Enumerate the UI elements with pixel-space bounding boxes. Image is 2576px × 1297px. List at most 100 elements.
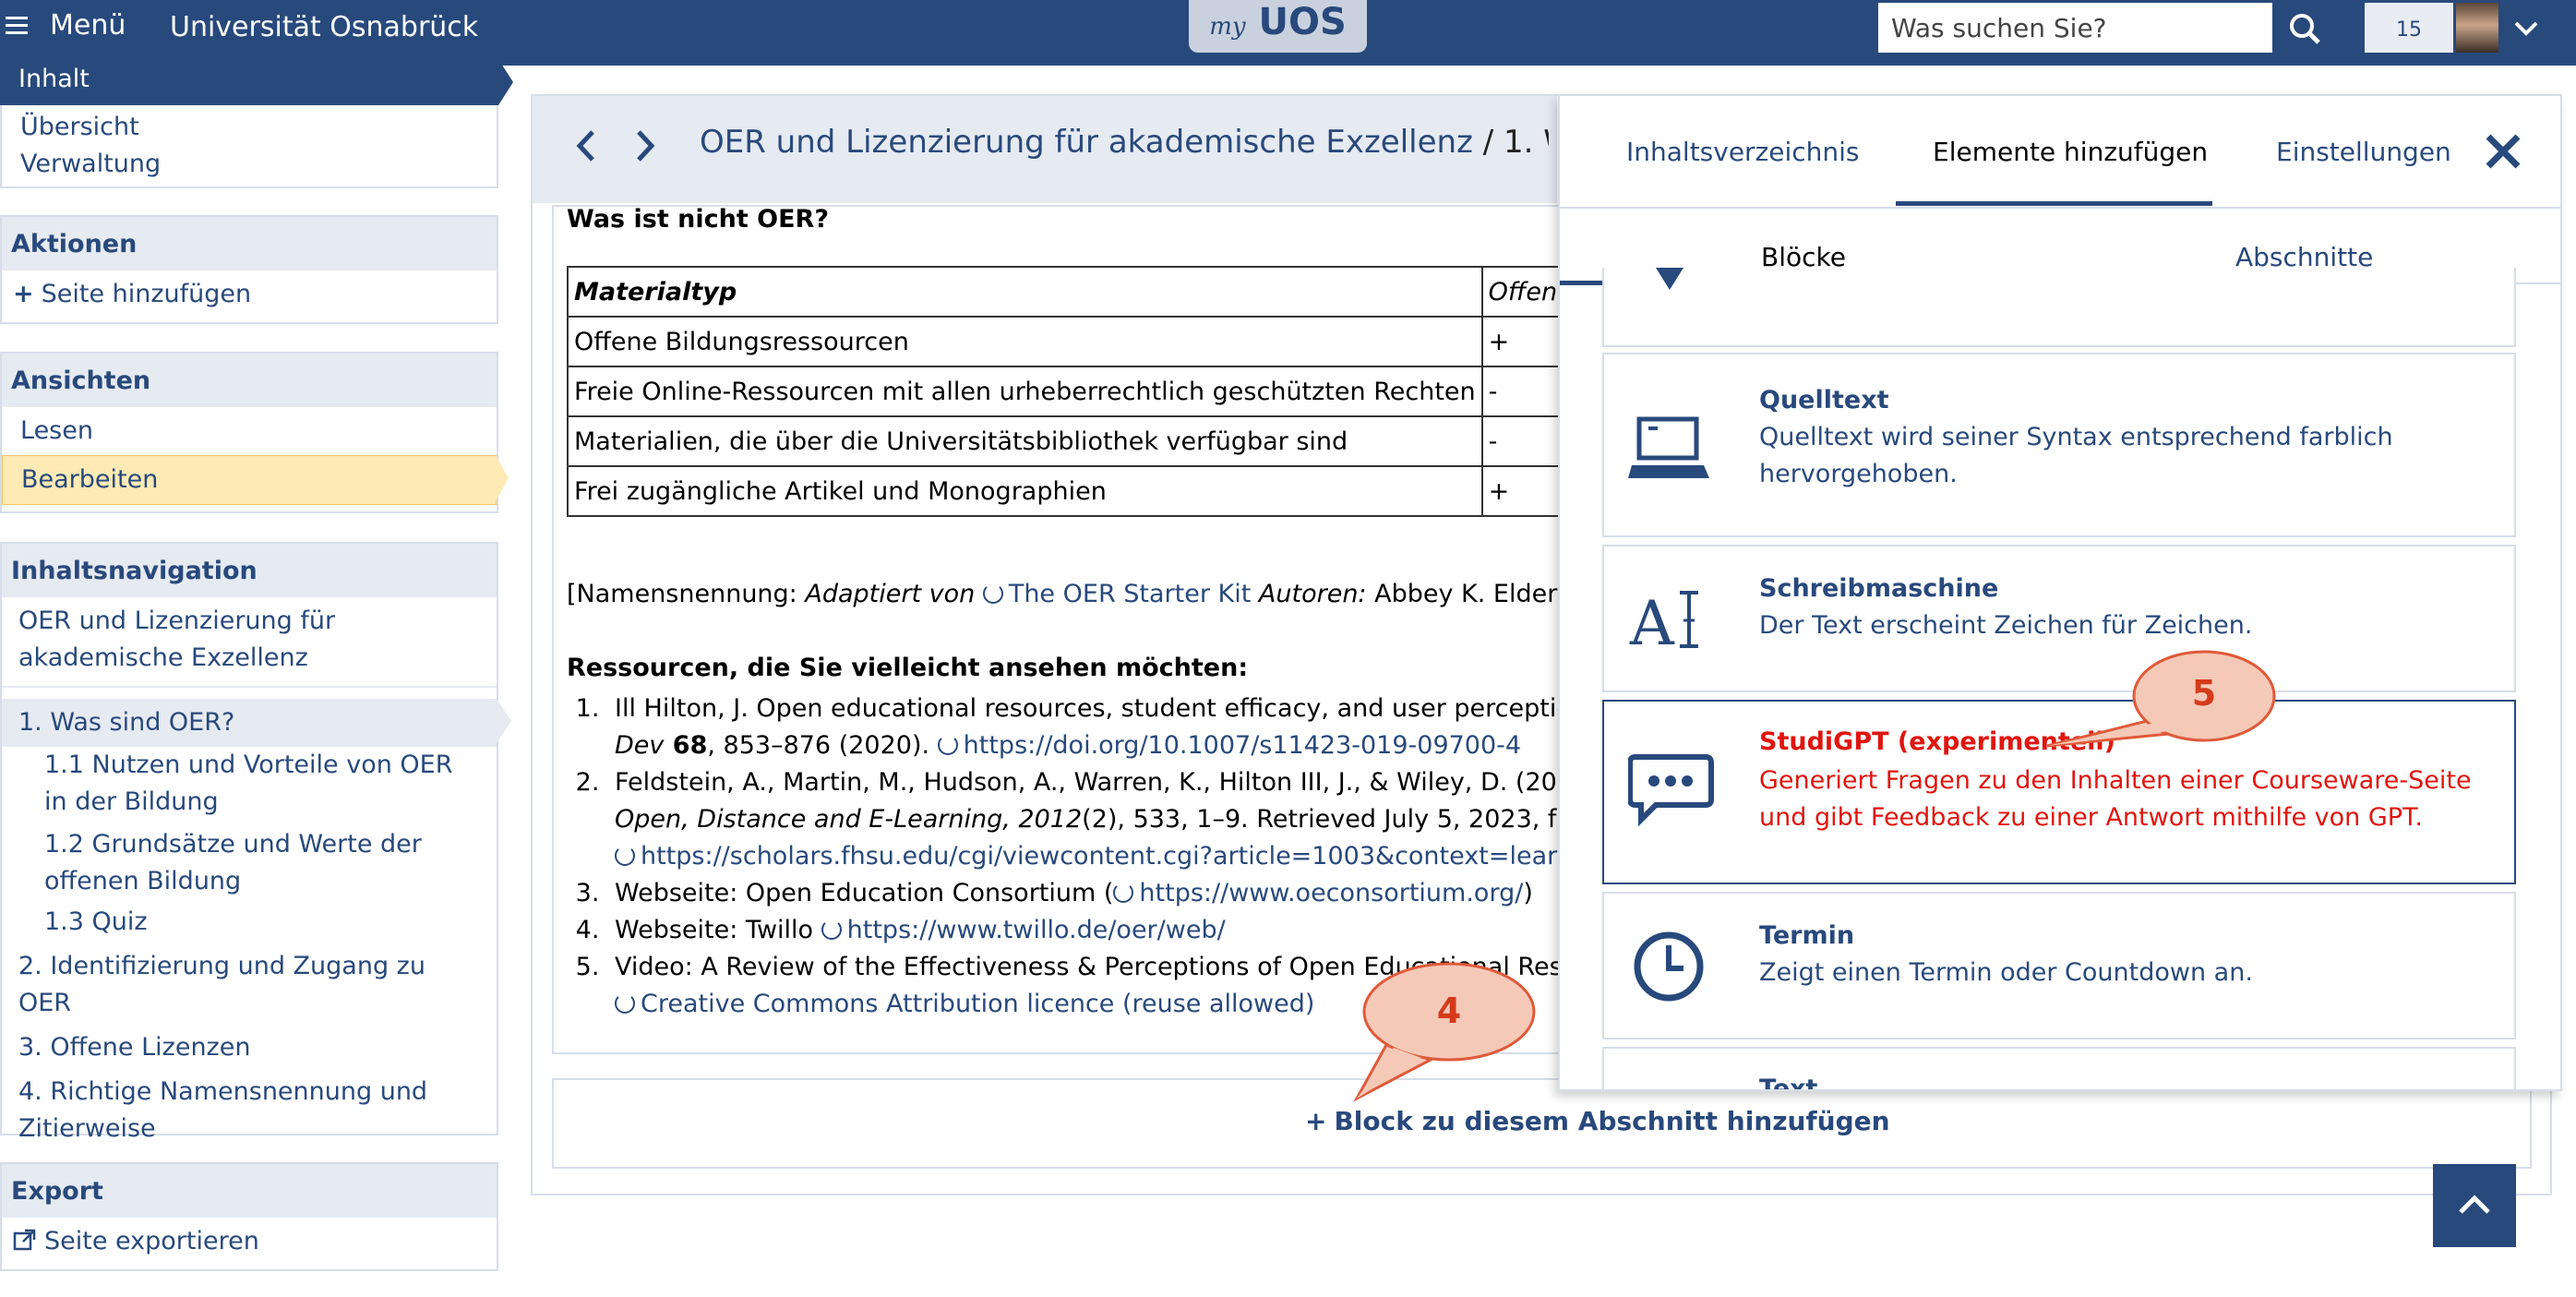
sidebar-item-uebersicht[interactable]: Übersicht bbox=[2, 107, 497, 146]
chevron-down-icon[interactable] bbox=[2510, 17, 2542, 41]
external-link-icon bbox=[13, 1229, 36, 1251]
sidebar-item-lesen[interactable]: Lesen bbox=[2, 407, 497, 455]
block-card-quelltext[interactable]: Quelltext Quelltext wird seiner Syntax e… bbox=[1602, 353, 2516, 537]
chevron-up-icon bbox=[2459, 1195, 2490, 1214]
hamburger-icon bbox=[6, 16, 28, 34]
sidebar-aktionen: Aktionen + Seite hinzufügen bbox=[0, 215, 498, 324]
add-block-label[interactable]: + Block zu diesem Abschnitt hinzufügen bbox=[1305, 1106, 1890, 1136]
nav-item-2[interactable]: 2. Identifizierung und Zugang zu OER bbox=[2, 941, 497, 1022]
sidebar-export-title: Export bbox=[2, 1164, 497, 1218]
tab-elemente-hinzufuegen[interactable]: Elemente hinzufügen bbox=[1933, 137, 2208, 167]
sidebar-item-verwaltung[interactable]: Verwaltung bbox=[2, 146, 497, 188]
resource-pages: (2), 533, 1–9. Retrieved July 5, 2023, f… bbox=[1082, 805, 1567, 834]
card-title: Schreibmaschine bbox=[1759, 574, 1999, 603]
scroll-top-button[interactable] bbox=[2433, 1164, 2516, 1247]
card-title: Text bbox=[1759, 1075, 1818, 1091]
callout-4-label: 4 bbox=[1436, 991, 1462, 1031]
block-card-text[interactable]: Text bbox=[1602, 1047, 2516, 1091]
breadcrumb-link[interactable]: OER und Lizenzierung für akademische Exz… bbox=[700, 124, 1473, 161]
resource-text: Feldstein, A., Martin, M., Hudson, A., W… bbox=[615, 768, 1567, 797]
resource-link[interactable]: Creative Commons Attribution licence (re… bbox=[641, 990, 1314, 1018]
search-input[interactable] bbox=[1878, 3, 2272, 53]
table-header-cell: Materialtyp bbox=[567, 266, 1483, 318]
table-cell: Freie Online-Ressourcen mit allen urhebe… bbox=[567, 366, 1483, 417]
block-icon bbox=[1656, 268, 1683, 290]
nav-item-4[interactable]: 4. Richtige Namensnennung und Zitierweis… bbox=[2, 1066, 497, 1153]
table-row: Offene Bildungsressourcen + bbox=[567, 316, 1565, 367]
block-card-partial[interactable] bbox=[1602, 268, 2516, 347]
content-block: Was ist nicht OER? Materialtyp Offen liz… bbox=[552, 205, 1567, 1054]
resource-link[interactable]: https://scholars.fhsu.edu/cgi/viewconten… bbox=[641, 842, 1565, 871]
external-link-icon bbox=[821, 919, 842, 940]
block-card-termin[interactable]: Termin Zeigt einen Termin oder Countdown… bbox=[1602, 892, 2516, 1039]
chevron-right-icon[interactable] bbox=[633, 127, 659, 164]
sidebar-inhalt-title: Inhalt bbox=[0, 59, 513, 105]
external-link-icon bbox=[1113, 883, 1134, 903]
nav-item-3[interactable]: 3. Offene Lizenzen bbox=[2, 1022, 497, 1066]
callout-5-label: 5 bbox=[2191, 673, 2217, 714]
sidebar-export: Export Seite exportieren bbox=[0, 1162, 498, 1271]
external-link-icon bbox=[982, 583, 1003, 604]
nav-item-1[interactable]: 1. Was sind OER? bbox=[2, 699, 511, 747]
external-link-icon bbox=[937, 735, 958, 755]
resource-text: Webseite: Twillo bbox=[615, 916, 821, 944]
tab-divider bbox=[1560, 207, 2560, 209]
svg-text:A: A bbox=[1629, 588, 1675, 657]
resource-link[interactable]: https://www.oeconsortium.org/ bbox=[1139, 879, 1523, 907]
table-cell: Frei zugängliche Artikel und Monographie… bbox=[567, 465, 1483, 517]
export-page-link[interactable]: Seite exportieren bbox=[2, 1218, 497, 1266]
nav-item-1-3[interactable]: 1.3 Quiz bbox=[2, 900, 497, 941]
sidebar-ansichten: Ansichten Lesen Bearbeiten bbox=[0, 352, 509, 513]
search-icon[interactable] bbox=[2283, 7, 2328, 52]
list-item: Webseite: Twillo https://www.twillo.de/o… bbox=[607, 912, 1565, 949]
list-item: Ill Hilton, J. Open educational resource… bbox=[607, 691, 1567, 764]
nav-item-1-1[interactable]: 1.1 Nutzen und Vorteile von OER in der B… bbox=[2, 747, 497, 821]
content-heading: Was ist nicht OER? bbox=[567, 205, 830, 234]
list-item: Webseite: Open Education Consortium (htt… bbox=[607, 875, 1565, 912]
add-page-link[interactable]: + Seite hinzufügen bbox=[2, 270, 497, 318]
table-row: Freie Online-Ressourcen mit allen urhebe… bbox=[567, 366, 1565, 417]
table-cell: Materialien, die über die Universitätsbi… bbox=[567, 415, 1483, 467]
university-link[interactable]: Universität Osnabrück bbox=[170, 11, 478, 43]
resource-suffix: ) bbox=[1523, 879, 1533, 907]
add-page-label: Seite hinzufügen bbox=[41, 280, 252, 308]
tab-inhaltsverzeichnis[interactable]: Inhaltsverzeichnis bbox=[1626, 137, 1860, 167]
logo-my: my bbox=[1209, 13, 1246, 41]
sidebar-ansichten-title: Ansichten bbox=[2, 354, 497, 407]
menu-label: Menü bbox=[50, 9, 126, 42]
avatar[interactable] bbox=[2456, 3, 2498, 53]
myuos-logo[interactable]: my UOS bbox=[1189, 0, 1367, 53]
resource-link[interactable]: https://www.twillo.de/oer/web/ bbox=[847, 916, 1226, 944]
sidebar-aktionen-title: Aktionen bbox=[2, 217, 497, 270]
resource-journal: Dev bbox=[615, 731, 665, 760]
resource-link[interactable]: https://doi.org/10.1007/s11423-019-09700… bbox=[964, 731, 1521, 760]
external-link-icon bbox=[615, 846, 635, 866]
nav-root[interactable]: OER und Lizenzierung für akademische Exz… bbox=[2, 597, 497, 688]
table-header-cell: Offen lizen bbox=[1480, 266, 1565, 318]
attribution-authors: Abbey K. Elder lizenzi bbox=[1374, 580, 1565, 608]
active-tab-indicator bbox=[1896, 201, 2212, 206]
tab-einstellungen[interactable]: Einstellungen bbox=[2276, 137, 2451, 167]
text-icon bbox=[1628, 1084, 1711, 1091]
sidebar-navigation-title: Inhaltsnavigation bbox=[2, 544, 497, 597]
notification-badge[interactable]: 15 bbox=[2365, 3, 2453, 53]
sidebar-item-bearbeiten[interactable]: Bearbeiten bbox=[2, 455, 509, 505]
nav-item-1-2[interactable]: 1.2 Grundsätze und Werte der offenen Bil… bbox=[2, 821, 497, 900]
breadcrumb-separator: / bbox=[1472, 124, 1504, 161]
resource-text: Ill Hilton, J. Open educational resource… bbox=[615, 694, 1567, 723]
export-page-label: Seite exportieren bbox=[44, 1227, 259, 1255]
card-description: Der Text erscheint Zeichen für Zeichen. bbox=[1759, 611, 2253, 640]
table-cell: + bbox=[1480, 316, 1565, 367]
chevron-left-icon[interactable] bbox=[572, 127, 598, 164]
plus-icon: + bbox=[1305, 1106, 1327, 1136]
table-header-row: Materialtyp Offen lizen bbox=[567, 266, 1565, 318]
add-elements-drawer: Inhaltsverzeichnis Elemente hinzufügen E… bbox=[1558, 94, 2562, 1091]
table-cell: - bbox=[1480, 415, 1565, 467]
menu-button[interactable]: Menü bbox=[6, 9, 126, 42]
attribution-authors-label: Autoren: bbox=[1258, 580, 1367, 608]
top-bar: Menü Universität Osnabrück my UOS 15 bbox=[0, 0, 2576, 66]
close-icon[interactable] bbox=[2483, 131, 2523, 172]
oer-table: Materialtyp Offen lizen Offene Bildungsr… bbox=[567, 266, 1565, 517]
attribution-adapted: Adaptiert von bbox=[805, 580, 976, 608]
starter-kit-link[interactable]: The OER Starter Kit bbox=[1009, 580, 1252, 608]
